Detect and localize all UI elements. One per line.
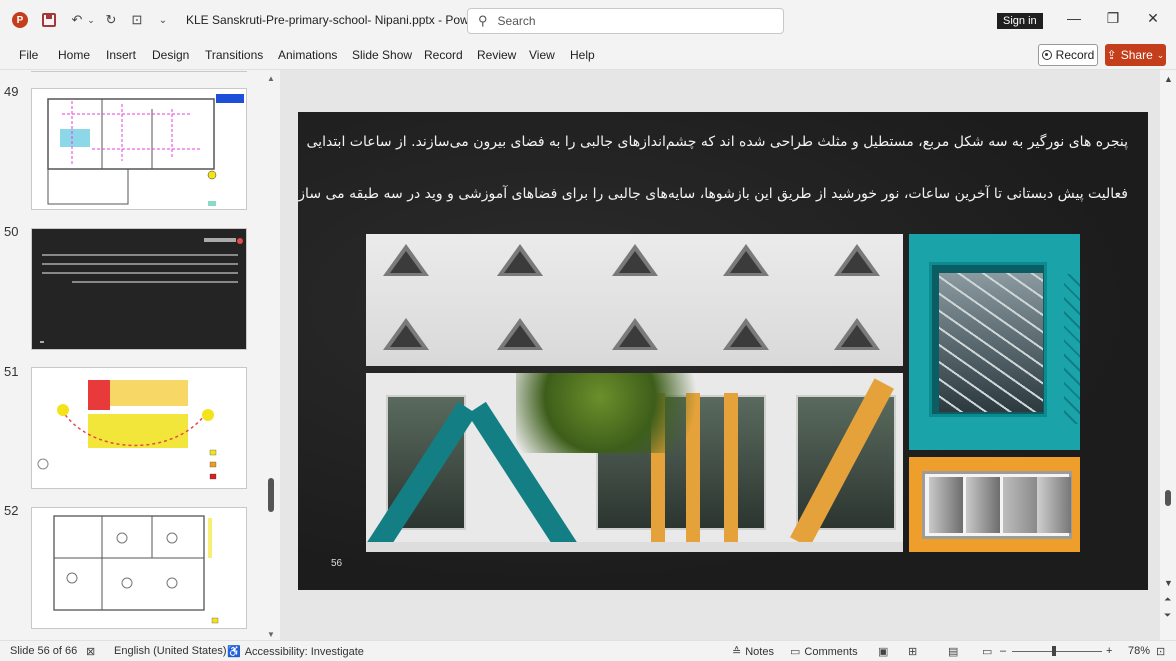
scroll-up-icon[interactable]: ▲ (267, 74, 275, 83)
editor-scroll-thumb[interactable] (1165, 490, 1171, 506)
notes-button[interactable]: ≙ Notes (732, 645, 774, 659)
share-icon: ⇪ (1106, 48, 1117, 62)
tab-slide-show[interactable]: Slide Show (352, 48, 412, 62)
tab-help[interactable]: Help (570, 48, 595, 62)
notes-icon: ≙ (732, 646, 742, 658)
accessibility-label: Accessibility: Investigate (244, 645, 364, 658)
current-slide[interactable]: پنجره های نورگیر به سه شکل مربع، مستطیل … (298, 112, 1148, 590)
tab-view[interactable]: View (529, 48, 555, 62)
next-slide-icon[interactable]: ⏷ (1164, 610, 1171, 621)
close-icon[interactable]: ✕ (1143, 10, 1163, 27)
editor-scrollbar[interactable]: ▲ ▼ ⏶ ⏷ (1160, 70, 1176, 640)
ribbon-tabs: File Home Insert Design Transitions Anim… (0, 40, 1176, 70)
slide-number-51: 51 (4, 364, 19, 379)
comments-button[interactable]: ▭ Comments (790, 645, 858, 659)
slide-number-49: 49 (4, 84, 19, 99)
restore-icon[interactable]: ❐ (1103, 10, 1123, 27)
redo-icon[interactable]: ↻ (102, 11, 120, 29)
slide-number-52: 52 (4, 503, 19, 518)
zoom-level[interactable]: 78% (1128, 645, 1150, 657)
powerpoint-logo-icon: P (12, 12, 28, 28)
comments-icon: ▭ (790, 646, 801, 658)
share-label: Share (1120, 48, 1153, 62)
tab-transitions[interactable]: Transitions (205, 48, 263, 62)
chevron-down-icon: ⌄ (1156, 49, 1165, 60)
save-icon[interactable] (42, 13, 56, 27)
tab-file[interactable]: File (19, 48, 38, 62)
customize-qat-icon[interactable]: ⌄ (154, 11, 172, 29)
record-icon (1041, 50, 1052, 60)
scroll-down-icon[interactable]: ▼ (267, 630, 275, 639)
sun-path-thumbnail (37, 380, 217, 480)
furniture-plan-thumbnail (53, 515, 219, 624)
record-button[interactable]: Record (1038, 44, 1098, 66)
slide-thumbnail-52[interactable] (31, 507, 247, 629)
reading-view-icon[interactable]: ▤ (948, 645, 958, 658)
facade-fins-photo (366, 373, 903, 552)
orange-rectangle-window-photo (909, 457, 1080, 552)
slide-editor: پنجره های نورگیر به سه شکل مربع، مستطیل … (280, 70, 1160, 640)
slide-thumbnail-51[interactable] (31, 367, 247, 489)
tab-record[interactable]: Record (424, 48, 463, 62)
fit-to-window-icon[interactable]: ⊡ (1156, 645, 1165, 658)
previous-slide-icon[interactable]: ⏶ (1164, 594, 1171, 605)
notes-label: Notes (745, 645, 774, 658)
zoom-slider[interactable] (1012, 651, 1102, 652)
tab-design[interactable]: Design (152, 48, 189, 62)
teal-square-window-photo (909, 234, 1080, 450)
sign-in-button[interactable]: Sign in (997, 13, 1043, 29)
undo-dropdown-icon[interactable]: ⌄ (86, 11, 96, 29)
slide-number-50: 50 (4, 224, 19, 239)
slide-text-line-1: پنجره های نورگیر به سه شکل مربع، مستطیل … (306, 134, 1128, 150)
thumbnail-scroll-thumb[interactable] (268, 478, 274, 512)
slide-count: Slide 56 of 66 (10, 645, 78, 657)
slideshow-icon[interactable]: ▭ (982, 645, 992, 658)
search-placeholder: Search (497, 14, 536, 28)
document-title: KLE Sanskruti-Pre-primary-school- Nipani… (186, 13, 496, 27)
slide-text-line-2: فعالیت پیش دبستانی تا آخرین ساعات، نور خ… (298, 186, 1128, 202)
zoom-in-icon[interactable]: + (1106, 645, 1112, 657)
zoom-out-icon[interactable]: – (1000, 645, 1006, 657)
search-box[interactable]: ⚲ Search (467, 8, 784, 34)
share-button[interactable]: ⇪ Share ⌄ (1105, 44, 1166, 66)
presenter-icon[interactable]: ⊡ (128, 11, 146, 29)
triangle-windows-photo (366, 234, 903, 366)
text-slide-thumbnail (40, 238, 243, 343)
slide-thumbnail-pane: 49 50 51 52 (0, 70, 280, 640)
floor-plan-thumbnail (47, 94, 244, 206)
tab-review[interactable]: Review (477, 48, 516, 62)
slide-thumbnail-49[interactable] (31, 88, 247, 210)
scroll-down-icon[interactable]: ▼ (1164, 578, 1173, 588)
undo-icon[interactable]: ↶ (68, 11, 86, 29)
status-bar: Slide 56 of 66 ⊠ English (United States)… (0, 640, 1176, 661)
minimize-icon[interactable]: — (1064, 10, 1084, 26)
thumbnail-scrollbar[interactable]: ▲ ▼ (264, 70, 278, 640)
normal-view-icon[interactable]: ▣ (878, 645, 888, 658)
search-icon: ⚲ (478, 13, 488, 28)
tab-animations[interactable]: Animations (278, 48, 337, 62)
zoom-slider-thumb[interactable] (1052, 646, 1056, 656)
tab-insert[interactable]: Insert (106, 48, 136, 62)
previous-thumbnail-edge[interactable] (31, 70, 247, 72)
language-status[interactable]: English (United States) (114, 645, 227, 657)
comments-label: Comments (804, 645, 858, 658)
tab-home[interactable]: Home (58, 48, 90, 62)
accessibility-status[interactable]: ♿ Accessibility: Investigate (227, 645, 364, 659)
spellcheck-icon[interactable]: ⊠ (86, 645, 95, 658)
slide-page-number: 56 (331, 558, 343, 569)
scroll-up-icon[interactable]: ▲ (1164, 74, 1173, 84)
accessibility-icon: ♿ (227, 646, 241, 658)
slide-thumbnail-50[interactable] (31, 228, 247, 350)
slide-sorter-icon[interactable]: ⊞ (908, 645, 917, 658)
record-label: Record (1055, 48, 1095, 62)
